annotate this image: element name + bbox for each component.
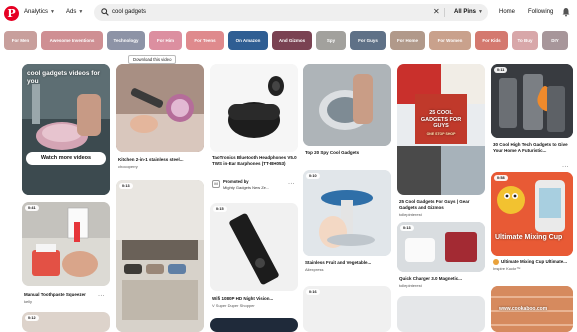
top-bar: P Analytics ▼ Ads ▼ cool gadgets ✕ All Pin… bbox=[0, 0, 577, 28]
search-input[interactable]: cool gadgets bbox=[112, 9, 146, 15]
pin-title[interactable]: Kitchen 2-in-1 stainless steel... bbox=[118, 157, 204, 163]
ads-label: Ads bbox=[66, 9, 77, 15]
pin-spy-gadgets[interactable] bbox=[303, 64, 391, 146]
chip-for-men[interactable]: For Men bbox=[4, 31, 37, 50]
pin-high-tech-home[interactable]: 0:11 bbox=[491, 64, 573, 138]
video-duration: 0:13 bbox=[119, 183, 133, 189]
chip-diy[interactable]: DIY bbox=[542, 31, 568, 50]
pin-partial[interactable]: 0:16 bbox=[303, 286, 391, 332]
close-icon[interactable]: ✕ bbox=[433, 7, 440, 16]
pin-earbuds-ad[interactable] bbox=[210, 64, 298, 152]
video-duration: 0:16 bbox=[306, 289, 320, 295]
chevron-down-icon: ▼ bbox=[478, 9, 483, 15]
pin-video-feature[interactable]: cool gadgets videos for you Watch more v… bbox=[22, 64, 110, 195]
gadgets-collage-image bbox=[397, 64, 485, 195]
chip-for-kids[interactable]: For Kids bbox=[475, 31, 508, 50]
pin-overlay-text: cool gadgets videos for you bbox=[27, 70, 100, 85]
pin-source[interactable]: Aliexpress bbox=[305, 267, 323, 272]
pin-partial[interactable] bbox=[397, 296, 485, 332]
ads-menu[interactable]: Ads ▼ bbox=[66, 9, 83, 15]
chip-for-guys[interactable]: For Guys bbox=[350, 31, 386, 50]
pinterest-logo-icon[interactable]: P bbox=[4, 6, 19, 21]
chip-awesome-inventions[interactable]: Awesome Inventions bbox=[41, 31, 103, 50]
mixing-cup-image bbox=[491, 172, 573, 256]
download-video-badge[interactable]: Download this video bbox=[128, 55, 177, 64]
chip-and-gizmos[interactable]: And Gizmos bbox=[272, 31, 312, 50]
video-duration: 0:13 bbox=[400, 225, 414, 231]
promoter-name[interactable]: Mighty Gadgets New Ze... bbox=[223, 185, 269, 190]
pin-shoe-rack[interactable]: 0:13 bbox=[116, 180, 204, 332]
shoe-rack-image bbox=[116, 180, 204, 332]
pin-source[interactable]: tollepinterest bbox=[399, 212, 422, 217]
pin-fruit-cutter[interactable]: 0:10 bbox=[303, 170, 391, 256]
pin-kitchen-tool[interactable] bbox=[116, 64, 204, 152]
video-duration: 0:11 bbox=[494, 67, 508, 73]
pin-gadgets-for-guys[interactable]: 25 COOL GADGETS FOR GUYS ONE STOP SHOP bbox=[397, 64, 485, 195]
more-options-icon[interactable]: ··· bbox=[98, 293, 105, 299]
pin-quick-charger[interactable]: 0:13 bbox=[397, 222, 485, 272]
pin-title[interactable]: 30 Cool High Tech Gadgets to Give Your H… bbox=[493, 142, 573, 154]
chevron-down-icon: ▼ bbox=[78, 9, 84, 15]
camera-image bbox=[210, 203, 298, 291]
pin-source[interactable]: chocoperry bbox=[118, 164, 138, 169]
chip-on-amazon[interactable]: On Amazon bbox=[228, 31, 268, 50]
pin-overlay-text: 25 COOL GADGETS FOR GUYS bbox=[420, 110, 462, 129]
pin-toothpaste[interactable]: 0:41 bbox=[22, 202, 110, 286]
chip-to-buy[interactable]: To Buy bbox=[512, 31, 538, 50]
analytics-label: Analytics bbox=[24, 9, 49, 15]
pin-wifi-camera[interactable]: 0:15 bbox=[210, 203, 298, 291]
pin-source[interactable]: tollepinterest bbox=[399, 283, 422, 288]
video-duration: 0:10 bbox=[306, 173, 320, 179]
pin-overlay-text: Ultimate Mixing Cup bbox=[495, 234, 563, 241]
pin-cookaboo[interactable]: www.cookaboo.com bbox=[491, 286, 573, 332]
chip-for-home[interactable]: For Home bbox=[390, 31, 425, 50]
search-divider bbox=[444, 8, 445, 17]
pin-source[interactable]: kelly bbox=[24, 299, 32, 304]
video-duration: 0:15 bbox=[213, 206, 227, 212]
fire-lamp-image bbox=[491, 64, 573, 138]
pin-title[interactable]: 25 Cool Gadgets For Guys | Gear Gadgets … bbox=[399, 199, 485, 211]
toothpaste-image bbox=[22, 202, 110, 286]
more-options-icon[interactable]: ··· bbox=[288, 181, 295, 187]
watch-more-videos-button[interactable]: Watch more videos bbox=[26, 152, 106, 165]
bell-icon[interactable] bbox=[561, 7, 571, 17]
home-link[interactable]: Home bbox=[499, 9, 515, 15]
chip-for-teens[interactable]: For Teens bbox=[186, 31, 224, 50]
promoted-label: Promoted by bbox=[223, 179, 249, 184]
scope-dropdown[interactable]: All Pins ▼ bbox=[454, 9, 483, 15]
spy-gadget-image bbox=[303, 64, 391, 146]
pin-source[interactable]: Inspire Kuckr™ bbox=[493, 266, 520, 271]
pin-title[interactable]: Ultimate Mixing Cup Ultimate... bbox=[501, 259, 573, 265]
search-icon bbox=[101, 8, 109, 16]
watermark-text: www.cookaboo.com bbox=[499, 306, 548, 312]
earbuds-image bbox=[210, 64, 298, 152]
video-duration: 0:58 bbox=[494, 175, 508, 181]
video-duration: 0:41 bbox=[25, 205, 39, 211]
pin-title[interactable]: Stainless Fruit and Vegetable... bbox=[305, 260, 391, 266]
pin-title[interactable]: TaoTronics Bluetooth Headphones V5.0 TWS… bbox=[212, 155, 298, 167]
following-link[interactable]: Following bbox=[528, 9, 553, 15]
kitchen-tool-image bbox=[116, 64, 204, 152]
fruit-cutter-image bbox=[303, 170, 391, 256]
chip-spy[interactable]: Spy bbox=[316, 31, 346, 50]
chip-for-women[interactable]: For Women bbox=[429, 31, 471, 50]
chip-technology[interactable]: Technology bbox=[107, 31, 145, 50]
chip-for-him[interactable]: For Him bbox=[149, 31, 182, 50]
more-options-icon[interactable]: ··· bbox=[562, 164, 569, 170]
pin-overlay-subtitle: ONE STOP SHOP bbox=[426, 132, 456, 136]
video-duration: 0:12 bbox=[25, 315, 39, 321]
analytics-menu[interactable]: Analytics ▼ bbox=[24, 9, 55, 15]
avatar[interactable] bbox=[493, 259, 499, 265]
pin-title[interactable]: Quick Charger 3.0 Magnetic... bbox=[399, 276, 485, 282]
brand-logo-icon: M bbox=[212, 180, 220, 188]
pin-title[interactable]: Wifi 1080P HD Night Vision... bbox=[212, 296, 298, 302]
scope-label: All Pins bbox=[454, 9, 477, 15]
pin-partial[interactable] bbox=[210, 318, 298, 332]
chevron-down-icon: ▼ bbox=[50, 9, 55, 15]
pin-mixing-cup[interactable]: 0:58 Ultimate Mixing Cup bbox=[491, 172, 573, 256]
pin-partial[interactable]: 0:12 bbox=[22, 312, 110, 332]
pin-title[interactable]: Top 20 Spy Cool Gadgets bbox=[305, 150, 391, 156]
pin-source[interactable]: V Super Duper Shopper bbox=[212, 303, 255, 308]
search-bar[interactable]: cool gadgets ✕ All Pins ▼ bbox=[94, 4, 488, 21]
